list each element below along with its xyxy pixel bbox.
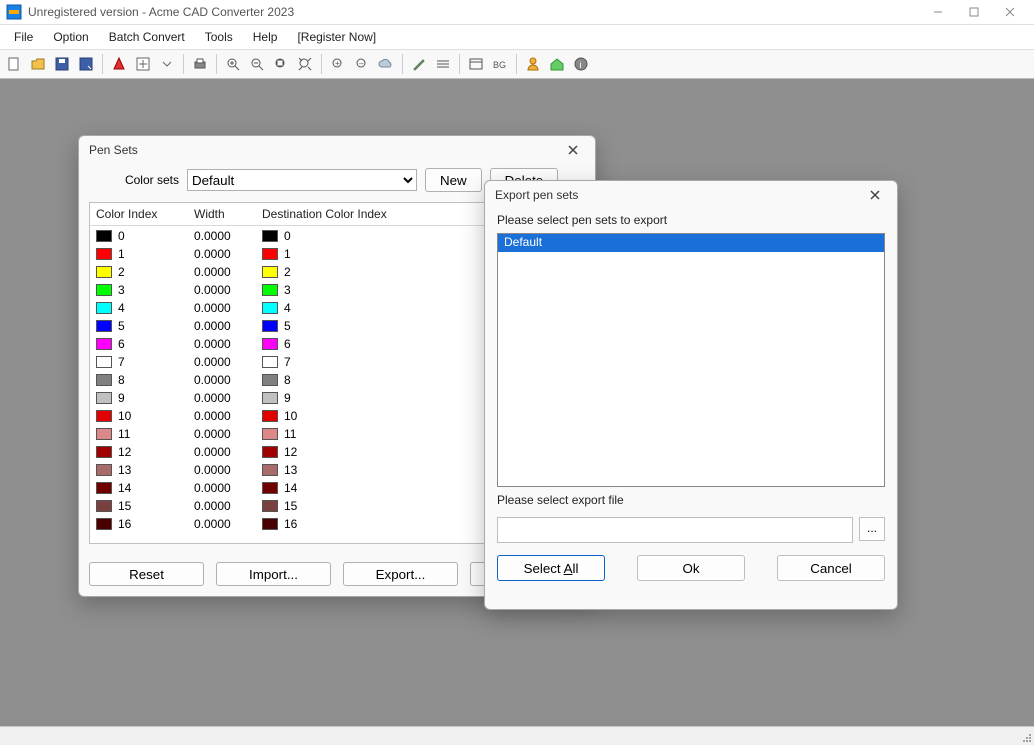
table-row[interactable]: 130.000013 (90, 461, 510, 479)
col-dest-color-index[interactable]: Destination Color Index (262, 207, 504, 221)
menu-register[interactable]: [Register Now] (287, 28, 386, 46)
dialog-title: Export pen sets (485, 181, 897, 209)
close-button[interactable] (992, 0, 1028, 24)
table-row[interactable]: 70.00007 (90, 353, 510, 371)
save-as-icon[interactable] (76, 54, 96, 74)
resize-grip-icon[interactable] (1020, 731, 1032, 743)
dialog-title-text: Pen Sets (89, 143, 138, 157)
zoom-select-icon[interactable] (295, 54, 315, 74)
new-icon[interactable] (4, 54, 24, 74)
convert-icon[interactable] (133, 54, 153, 74)
zoom-plus-icon[interactable]: + (328, 54, 348, 74)
cancel-button[interactable]: Cancel (777, 555, 885, 581)
minimize-button[interactable] (920, 0, 956, 24)
ok-button[interactable]: Ok (637, 555, 745, 581)
window-icon[interactable] (466, 54, 486, 74)
save-icon[interactable] (52, 54, 72, 74)
pen-grid: Color Index Width Destination Color Inde… (89, 202, 511, 544)
dialog-title-text: Export pen sets (495, 188, 578, 202)
separator-icon (402, 54, 403, 74)
table-row[interactable]: 20.00002 (90, 263, 510, 281)
titlebar: Unregistered version - Acme CAD Converte… (0, 0, 1034, 25)
table-row[interactable]: 100.000010 (90, 407, 510, 425)
export-file-label: Please select export file (485, 489, 897, 511)
open-icon[interactable] (28, 54, 48, 74)
col-width[interactable]: Width (194, 207, 254, 221)
person-icon[interactable] (523, 54, 543, 74)
separator-icon (516, 54, 517, 74)
table-row[interactable]: 00.00000 (90, 227, 510, 245)
svg-text:i: i (580, 60, 582, 70)
cloud-icon[interactable] (376, 54, 396, 74)
zoom-in-icon[interactable] (223, 54, 243, 74)
close-icon[interactable] (561, 138, 585, 162)
export-prompt: Please select pen sets to export (485, 209, 897, 231)
table-row[interactable]: 50.00005 (90, 317, 510, 335)
dropdown-icon[interactable] (157, 54, 177, 74)
close-icon[interactable] (863, 183, 887, 207)
menu-batch-convert[interactable]: Batch Convert (99, 28, 195, 46)
svg-text:BG: BG (493, 60, 506, 70)
import-button[interactable]: Import... (216, 562, 331, 586)
menubar: File Option Batch Convert Tools Help [Re… (0, 25, 1034, 50)
menu-option[interactable]: Option (43, 28, 98, 46)
table-row[interactable]: 80.00008 (90, 371, 510, 389)
svg-text:+: + (335, 59, 340, 68)
pen-sets-listbox[interactable]: Default (497, 233, 885, 487)
separator-icon (459, 54, 460, 74)
menu-help[interactable]: Help (243, 28, 288, 46)
separator-icon (102, 54, 103, 74)
statusbar (0, 726, 1034, 745)
home-icon[interactable] (547, 54, 567, 74)
export-pen-sets-dialog: Export pen sets Please select pen sets t… (484, 180, 898, 610)
separator-icon (183, 54, 184, 74)
table-row[interactable]: 60.00006 (90, 335, 510, 353)
print-icon[interactable] (190, 54, 210, 74)
table-row[interactable]: 140.000014 (90, 479, 510, 497)
new-button[interactable]: New (425, 168, 482, 192)
run-icon[interactable] (109, 54, 129, 74)
app-logo-icon (6, 4, 22, 20)
info-icon[interactable]: i (571, 54, 591, 74)
brush-icon[interactable] (409, 54, 429, 74)
pen-rows[interactable]: 00.0000010.0000120.0000230.0000340.00004… (90, 227, 510, 543)
table-row[interactable]: 160.000016 (90, 515, 510, 533)
table-row[interactable]: 110.000011 (90, 425, 510, 443)
color-sets-label: Color sets (91, 173, 179, 187)
color-sets-select[interactable]: Default (187, 169, 417, 191)
menu-file[interactable]: File (4, 28, 43, 46)
select-all-button[interactable]: Select All (497, 555, 605, 581)
window-title: Unregistered version - Acme CAD Converte… (28, 5, 920, 19)
list-item[interactable]: Default (498, 234, 884, 252)
bg-icon[interactable]: BG (490, 54, 510, 74)
zoom-minus-icon[interactable]: – (352, 54, 372, 74)
zoom-out-icon[interactable] (247, 54, 267, 74)
table-row[interactable]: 90.00009 (90, 389, 510, 407)
table-row[interactable]: 40.00004 (90, 299, 510, 317)
lines-icon[interactable] (433, 54, 453, 74)
table-row[interactable]: 150.000015 (90, 497, 510, 515)
col-color-index[interactable]: Color Index (96, 207, 186, 221)
browse-button[interactable]: ... (859, 517, 885, 541)
export-file-input[interactable] (497, 517, 853, 543)
table-row[interactable]: 30.00003 (90, 281, 510, 299)
table-row[interactable]: 120.000012 (90, 443, 510, 461)
zoom-fit-icon[interactable] (271, 54, 291, 74)
toolbar: + – BG i (0, 50, 1034, 79)
svg-text:–: – (359, 59, 364, 68)
dialog-title: Pen Sets (79, 136, 595, 164)
table-row[interactable]: 10.00001 (90, 245, 510, 263)
separator-icon (216, 54, 217, 74)
separator-icon (321, 54, 322, 74)
reset-button[interactable]: Reset (89, 562, 204, 586)
menu-tools[interactable]: Tools (195, 28, 243, 46)
export-button[interactable]: Export... (343, 562, 458, 586)
maximize-button[interactable] (956, 0, 992, 24)
